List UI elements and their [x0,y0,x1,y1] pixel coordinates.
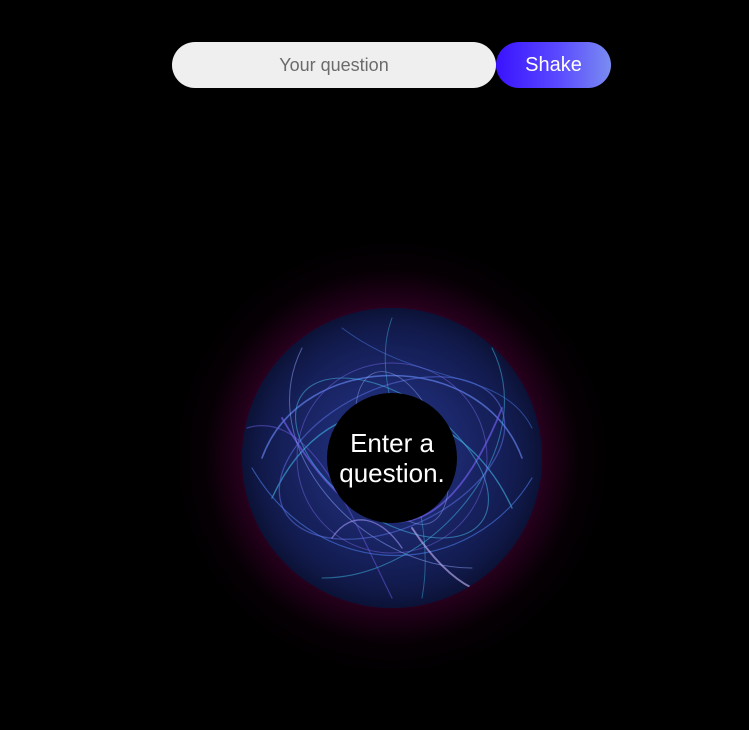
answer-window: Enter a question. [327,393,457,523]
page: Shake [0,0,749,730]
shake-button[interactable]: Shake [496,42,611,88]
question-form: Shake [172,42,611,88]
question-input[interactable] [172,42,496,88]
answer-text: Enter a question. [339,428,445,488]
